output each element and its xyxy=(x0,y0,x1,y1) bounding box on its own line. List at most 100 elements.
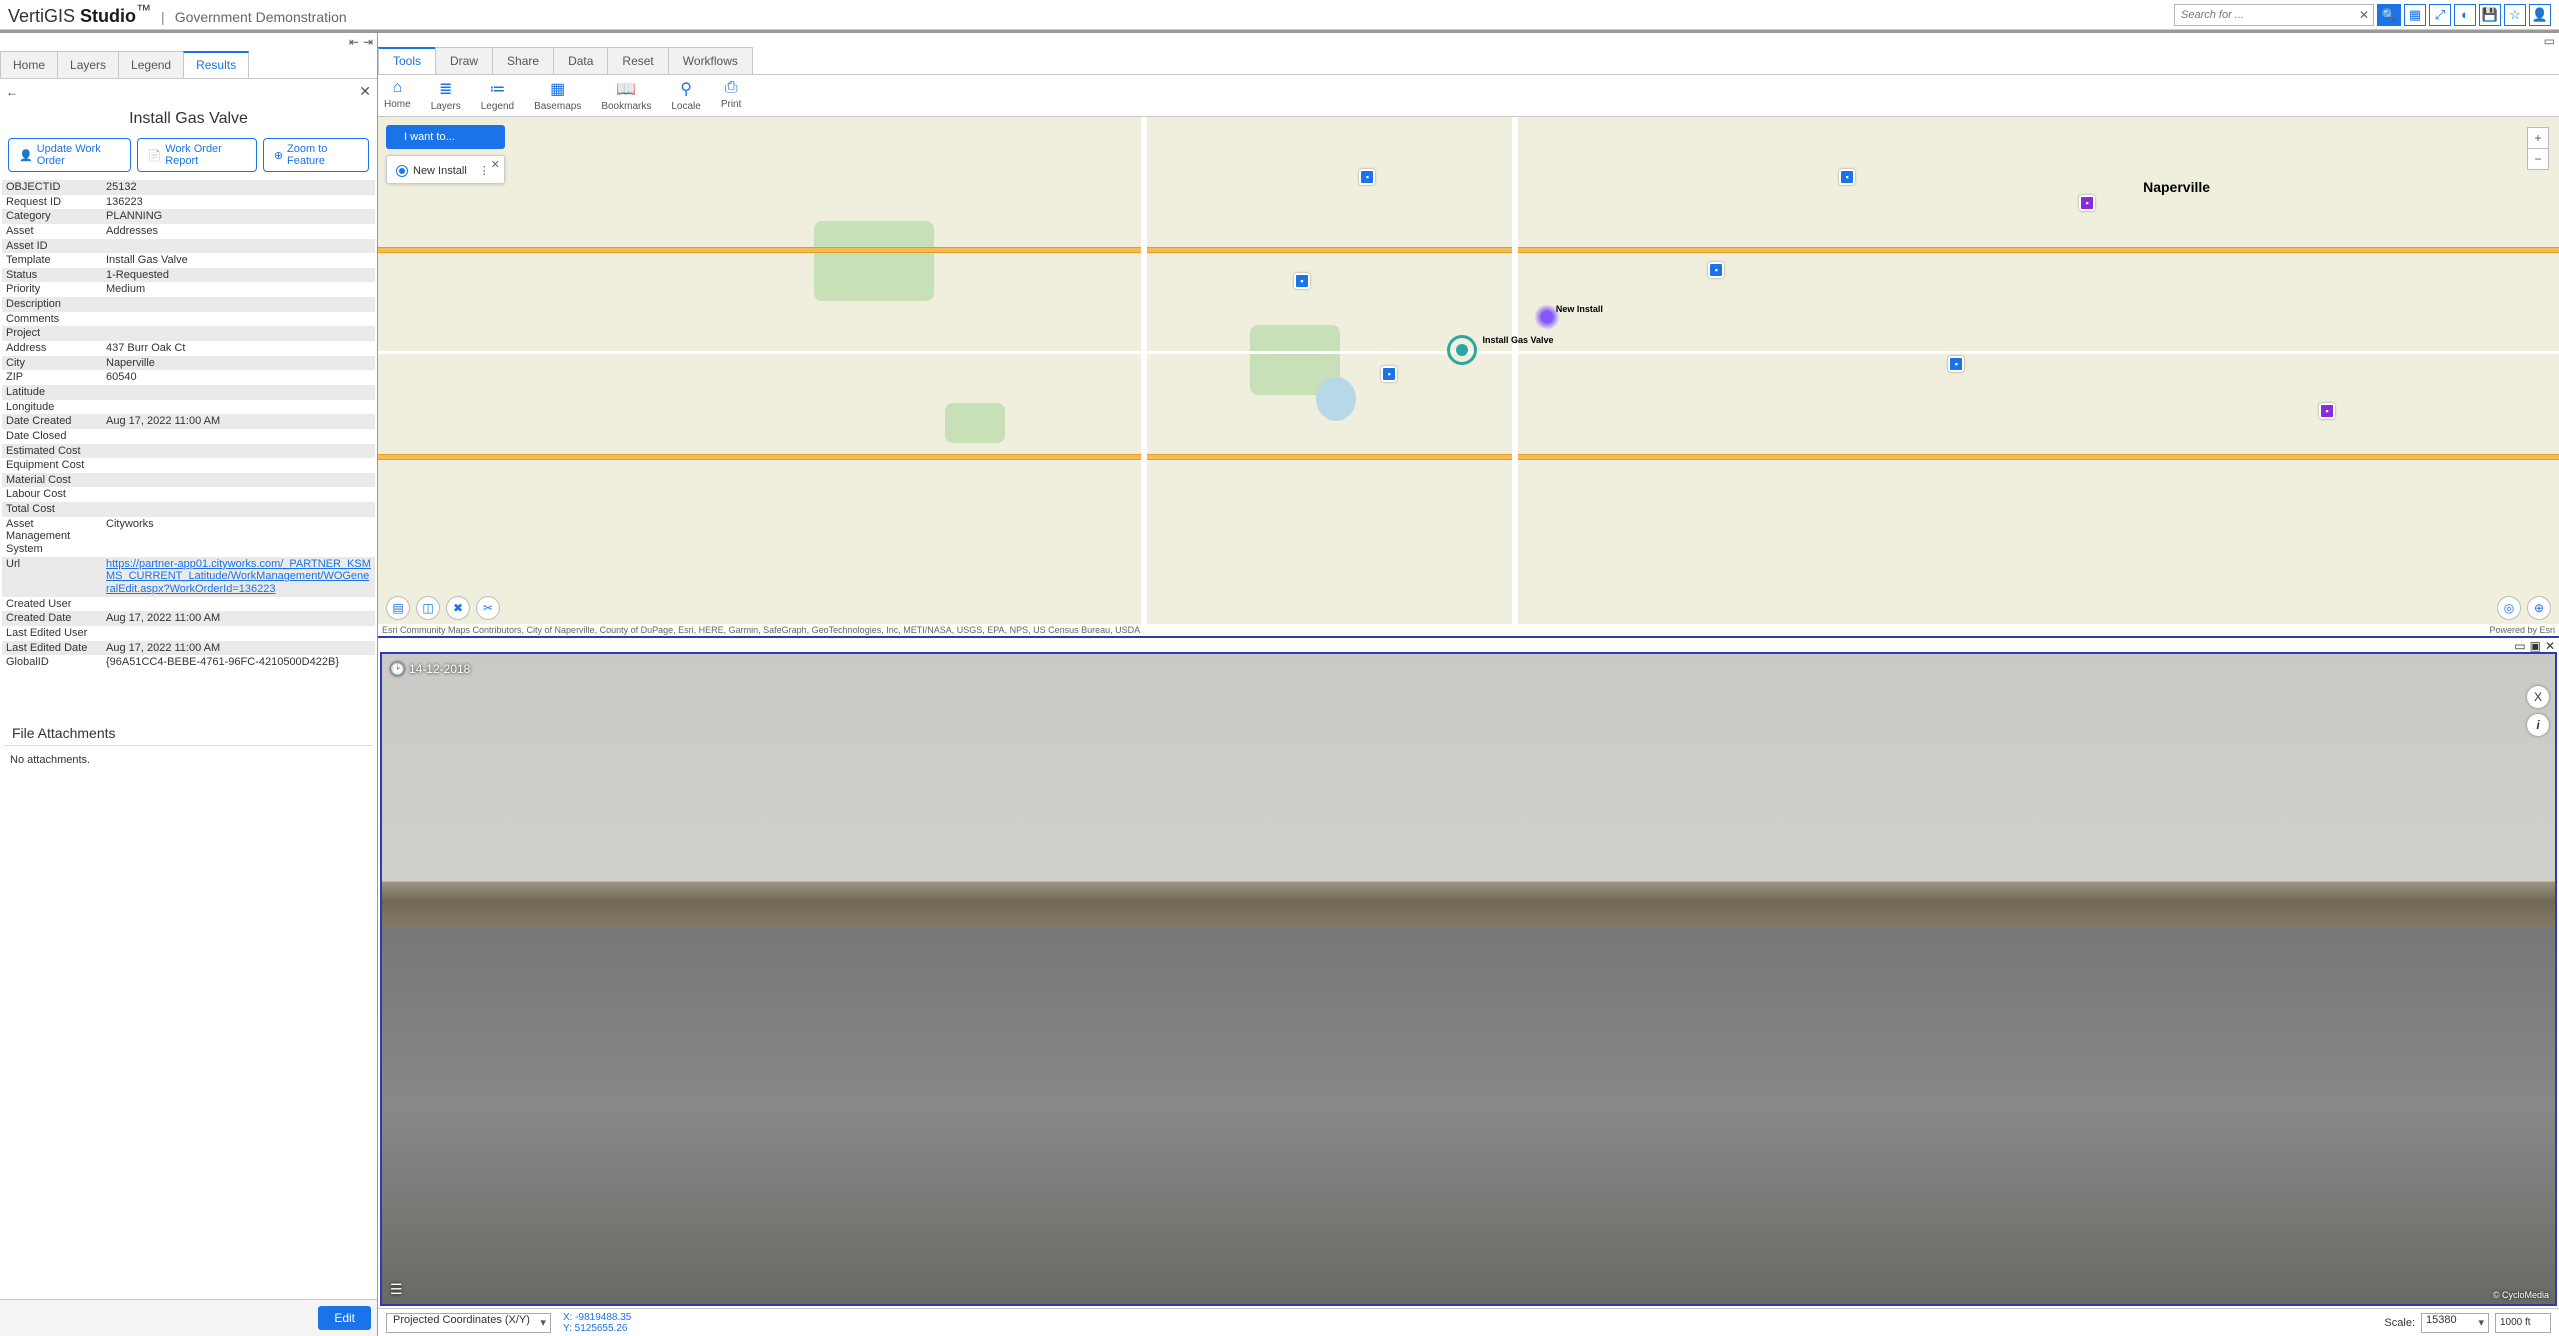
field-value: Aug 17, 2022 11:00 AM xyxy=(102,611,375,626)
home-tool[interactable]: ⌂Home xyxy=(384,79,411,112)
map-tool-4[interactable]: ✂ xyxy=(476,596,500,620)
streetview-panel[interactable]: 🕑 14-12-2018 X i ☰ © CycloMedia xyxy=(380,652,2557,1306)
field-value xyxy=(102,429,375,444)
legend-tool[interactable]: ≔Legend xyxy=(481,79,514,112)
map-point[interactable]: ▪ xyxy=(2319,403,2335,419)
close-icon[interactable]: ✕ xyxy=(359,83,371,100)
sidebar-tab-legend[interactable]: Legend xyxy=(118,51,184,78)
streetview-info-button[interactable]: i xyxy=(2527,714,2549,736)
search-button[interactable]: 🔍 xyxy=(2377,4,2401,26)
field-row: Urlhttps://partner-app01.cityworks.com/_… xyxy=(2,557,375,597)
field-value xyxy=(102,312,375,327)
brand-logo: VertiGIS Studio™ xyxy=(8,2,151,27)
clock-icon: 🕑 xyxy=(390,662,405,676)
field-value xyxy=(102,297,375,312)
theme-button[interactable]: ◐ xyxy=(2454,4,2476,26)
sv-maximize-icon[interactable]: ▣ xyxy=(2530,639,2541,651)
sv-minimize-icon[interactable]: ▭ xyxy=(2514,639,2525,651)
update-work-order-button[interactable]: 👤Update Work Order xyxy=(8,138,131,172)
content-tab-reset[interactable]: Reset xyxy=(607,47,668,74)
search-input[interactable] xyxy=(2175,9,2355,21)
field-value xyxy=(102,473,375,488)
sidebar-tab-home[interactable]: Home xyxy=(0,51,58,78)
popup-close-icon[interactable]: ✕ xyxy=(491,158,500,171)
field-label: GlobalID xyxy=(2,655,102,670)
field-row: CategoryPLANNING xyxy=(2,209,375,224)
map-attribution: Esri Community Maps Contributors, City o… xyxy=(378,624,2559,636)
scale-input[interactable]: 15380 xyxy=(2421,1313,2489,1333)
field-value[interactable]: https://partner-app01.cityworks.com/_PAR… xyxy=(102,557,375,597)
streetview-menu-icon[interactable]: ☰ xyxy=(390,1281,403,1298)
field-label: Created User xyxy=(2,597,102,612)
favorite-button[interactable]: ☆ xyxy=(2504,4,2526,26)
basemaps-tool[interactable]: ▦Basemaps xyxy=(534,79,581,112)
zoom-to-feature-button[interactable]: ⊕Zoom to Feature xyxy=(263,138,369,172)
locate-button[interactable]: ◎ xyxy=(2497,596,2521,620)
map-tool-3[interactable]: ✖ xyxy=(446,596,470,620)
field-value xyxy=(102,239,375,254)
sidebar-tab-results[interactable]: Results xyxy=(183,51,249,78)
header-right: ✕ 🔍 ▦ ⤢ ◐ 💾 ☆ 👤 xyxy=(2174,4,2551,26)
compass-button[interactable]: ⊕ xyxy=(2527,596,2551,620)
edit-button[interactable]: Edit xyxy=(318,1306,371,1330)
field-row: Equipment Cost xyxy=(2,458,375,473)
kebab-icon[interactable]: ⋮ xyxy=(479,164,490,177)
sv-close-icon[interactable]: ✕ xyxy=(2545,639,2555,651)
field-row: PriorityMedium xyxy=(2,282,375,297)
field-row: Last Edited DateAug 17, 2022 11:00 AM xyxy=(2,641,375,656)
map-point[interactable]: ▪ xyxy=(2079,195,2095,211)
search-clear-icon[interactable]: ✕ xyxy=(2355,8,2373,22)
content-tab-workflows[interactable]: Workflows xyxy=(668,47,753,74)
locale-tool[interactable]: ⚲Locale xyxy=(671,79,700,112)
search-box: ✕ xyxy=(2174,4,2374,26)
field-label: Priority xyxy=(2,282,102,297)
new-install-marker[interactable] xyxy=(1534,304,1560,330)
map-point[interactable]: ▪ xyxy=(1948,356,1964,372)
field-label: Project xyxy=(2,326,102,341)
map-view[interactable]: I want to... ✕ New Install ⋮ Install Gas… xyxy=(378,117,2559,638)
brand-subtitle: Government Demonstration xyxy=(175,9,347,25)
map-tool-1[interactable]: ▤ xyxy=(386,596,410,620)
expand-button[interactable]: ⤢ xyxy=(2429,4,2451,26)
popup-result-item[interactable]: New Install ⋮ xyxy=(393,156,494,183)
field-row: Created DateAug 17, 2022 11:00 AM xyxy=(2,611,375,626)
content-tab-tools[interactable]: Tools xyxy=(378,47,436,74)
content-expand-icon[interactable]: ▭ xyxy=(2544,34,2555,46)
field-label: Created Date xyxy=(2,611,102,626)
i-want-to-button[interactable]: I want to... xyxy=(386,125,505,149)
zoom-out-button[interactable]: − xyxy=(2527,148,2549,170)
content-tab-data[interactable]: Data xyxy=(553,47,608,74)
field-row: CityNaperville xyxy=(2,356,375,371)
map-point[interactable]: ▪ xyxy=(1294,273,1310,289)
layers-tool[interactable]: ≣Layers xyxy=(431,79,461,112)
bookmarks-tool[interactable]: 📖Bookmarks xyxy=(601,79,651,112)
field-value xyxy=(102,597,375,612)
streetview-x-button[interactable]: X xyxy=(2527,686,2549,708)
field-row: Date CreatedAug 17, 2022 11:00 AM xyxy=(2,414,375,429)
locale-icon: ⚲ xyxy=(680,79,692,99)
sidebar-expand-icon[interactable]: ⇥ xyxy=(363,35,373,49)
sidebar-tab-layers[interactable]: Layers xyxy=(57,51,119,78)
point-icon xyxy=(397,166,407,176)
field-row: Asset Management SystemCityworks xyxy=(2,517,375,557)
scale-label: Scale: xyxy=(2384,1317,2415,1329)
field-label: Comments xyxy=(2,312,102,327)
map-point[interactable]: ▪ xyxy=(1708,262,1724,278)
user-button[interactable]: 👤 xyxy=(2529,4,2551,26)
print-tool[interactable]: ⎙Print xyxy=(721,79,742,112)
save-button[interactable]: 💾 xyxy=(2479,4,2501,26)
map-tool-2[interactable]: ◫ xyxy=(416,596,440,620)
city-label: Naperville xyxy=(2143,179,2210,195)
content-tab-share[interactable]: Share xyxy=(492,47,554,74)
sidebar-collapse-icon[interactable]: ⇤ xyxy=(349,35,359,49)
calendar-button[interactable]: ▦ xyxy=(2404,4,2426,26)
content-tab-draw[interactable]: Draw xyxy=(435,47,493,74)
map-point[interactable]: ▪ xyxy=(1381,366,1397,382)
field-value: 437 Burr Oak Ct xyxy=(102,341,375,356)
back-arrow-icon[interactable]: ← xyxy=(6,85,18,99)
work-order-report-button[interactable]: 📄Work Order Report xyxy=(137,138,257,172)
map-point[interactable]: ▪ xyxy=(1839,169,1855,185)
projection-select[interactable]: Projected Coordinates (X/Y) xyxy=(386,1313,551,1333)
zoom-in-button[interactable]: + xyxy=(2527,127,2549,149)
map-point[interactable]: ▪ xyxy=(1359,169,1375,185)
